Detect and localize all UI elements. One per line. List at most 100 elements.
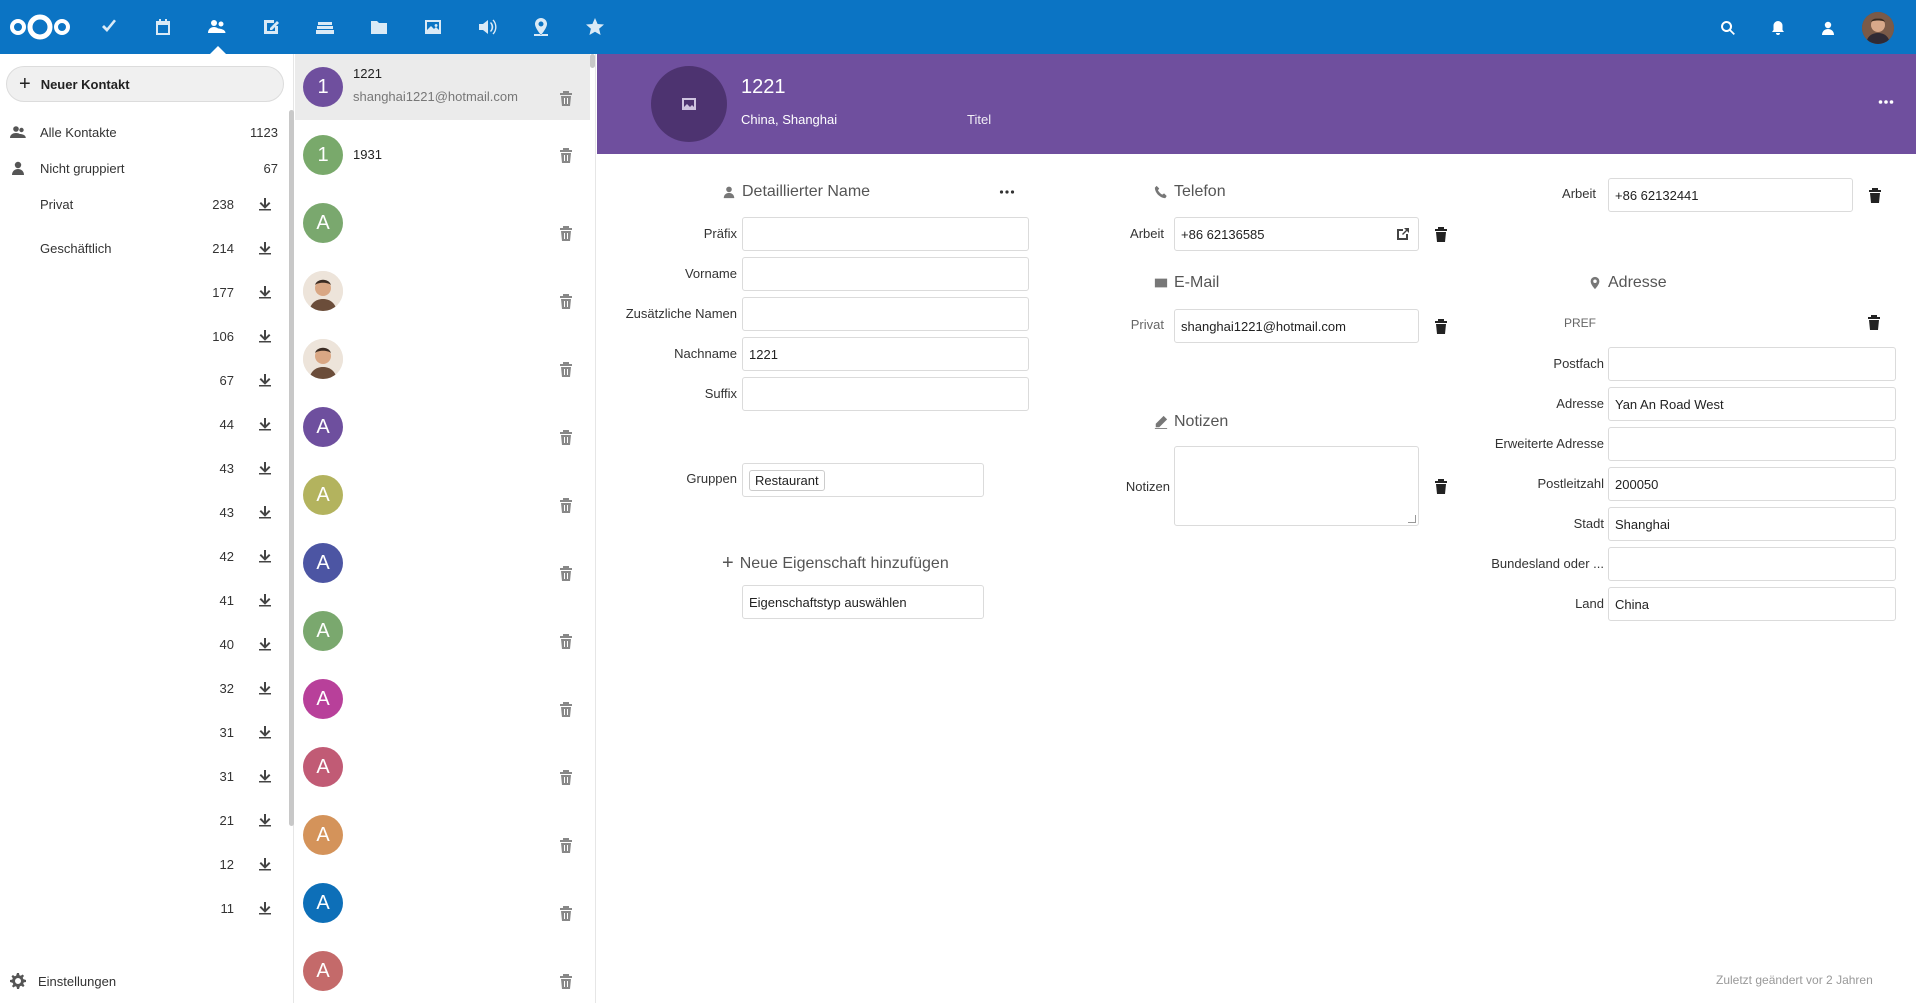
delete-contact-icon[interactable] [559,361,573,377]
download-icon[interactable] [258,373,272,387]
nav-group-item[interactable]: 106 [0,320,290,352]
address-field-input[interactable] [1608,427,1896,461]
delete-contact-icon[interactable] [559,293,573,309]
contact-list-item[interactable]: A [295,598,590,664]
download-icon[interactable] [258,197,272,211]
contact-list-item[interactable]: A [295,530,590,596]
nav-group-item[interactable]: 67 [0,364,290,396]
delete-contact-icon[interactable] [559,837,573,853]
name-field-input[interactable] [742,297,1029,331]
delete-contact-icon[interactable] [559,225,573,241]
download-icon[interactable] [258,725,272,739]
address-field-input[interactable] [1608,347,1896,381]
download-icon[interactable] [258,857,272,871]
delete-phone-icon[interactable] [1434,226,1448,242]
delete-contact-icon[interactable] [559,497,573,513]
download-icon[interactable] [258,329,272,343]
download-icon[interactable] [258,505,272,519]
address-field-input[interactable]: China [1608,587,1896,621]
download-icon[interactable] [258,285,272,299]
download-icon[interactable] [258,241,272,255]
resize-handle[interactable] [1408,515,1416,523]
nextcloud-logo-icon[interactable] [8,12,72,42]
nav-group-item[interactable]: 41 [0,584,290,616]
more-options-icon[interactable] [1878,94,1898,114]
external-link-icon[interactable] [1396,227,1410,241]
nav-group-item[interactable]: 43 [0,496,290,528]
nav-group-item[interactable]: 31 [0,760,290,792]
nav-group-item[interactable]: 12 [0,848,290,880]
deck-app-icon[interactable] [308,10,342,44]
delete-contact-icon[interactable] [559,429,573,445]
nav-group-item[interactable]: 43 [0,452,290,484]
delete-phone2-icon[interactable] [1868,187,1882,203]
contact-list-item[interactable]: 1 1931 [295,122,590,188]
nav-group-item[interactable]: 32 [0,672,290,704]
name-field-input[interactable] [742,257,1029,291]
download-icon[interactable] [258,637,272,651]
delete-contact-icon[interactable] [559,973,573,989]
address-field-input[interactable]: Shanghai [1608,507,1896,541]
download-icon[interactable] [258,769,272,783]
download-icon[interactable] [258,901,272,915]
nav-group-item[interactable]: 42 [0,540,290,572]
contact-list-item[interactable]: A [295,734,590,800]
address-field-input[interactable]: Yan An Road West [1608,387,1896,421]
nav-item-ungrouped[interactable]: Nicht gruppiert 67 [0,152,290,184]
phone2-type-label[interactable]: Arbeit [1520,186,1596,201]
delete-contact-icon[interactable] [559,905,573,921]
groups-select[interactable]: Restaurant [742,463,984,497]
nav-group-item[interactable]: 11 [0,892,290,924]
contact-list-item[interactable]: A [295,462,590,528]
download-icon[interactable] [258,549,272,563]
property-type-select[interactable]: Eigenschaftstyp auswählen [742,585,984,619]
new-contact-button[interactable]: + Neuer Kontakt [6,66,284,102]
delete-contact-icon[interactable] [559,633,573,649]
contacts-app-icon[interactable] [200,10,234,44]
list-scrollbar[interactable] [590,54,595,68]
nav-group-item[interactable]: Geschäftlich 214 [0,232,290,264]
phone-type-label[interactable]: Arbeit [1100,226,1164,241]
delete-contact-icon[interactable] [559,90,573,106]
contact-list-item[interactable]: A [295,190,590,256]
download-icon[interactable] [258,461,272,475]
contact-list-item[interactable]: A [295,938,590,1003]
contact-title-field[interactable]: Titel [967,112,991,127]
download-icon[interactable] [258,593,272,607]
user-avatar[interactable] [1862,12,1894,44]
contact-avatar-upload[interactable] [651,66,727,142]
photos-app-icon[interactable] [416,10,450,44]
address-field-input[interactable] [1608,547,1896,581]
nav-item-all-contacts[interactable]: Alle Kontakte 1123 [0,116,290,148]
name-field-input[interactable] [742,217,1029,251]
tasks-app-icon[interactable] [92,10,126,44]
phone2-field[interactable]: +86 62132441 [1608,178,1853,212]
download-icon[interactable] [258,681,272,695]
delete-contact-icon[interactable] [559,565,573,581]
phone-field[interactable]: +86 62136585 [1174,217,1419,251]
nav-group-item[interactable]: 31 [0,716,290,748]
email-type-label[interactable]: Privat [1100,317,1164,332]
calendar-app-icon[interactable] [146,10,180,44]
group-tag[interactable]: Restaurant [749,469,825,491]
notifications-bell-icon[interactable] [1764,14,1792,42]
name-options-icon[interactable] [999,184,1019,200]
add-property-heading[interactable]: + Neue Eigenschaft hinzufügen [722,552,949,575]
nav-group-item[interactable]: 21 [0,804,290,836]
nav-group-item[interactable]: 44 [0,408,290,440]
contact-list-item[interactable]: A [295,870,590,936]
contact-location[interactable]: China, Shanghai [741,112,837,127]
contact-list-item[interactable] [295,258,590,324]
delete-email-icon[interactable] [1434,318,1448,334]
settings-button[interactable]: Einstellungen [0,966,290,996]
maps-app-icon[interactable] [524,10,558,44]
delete-notes-icon[interactable] [1434,478,1448,494]
contact-list-item[interactable] [295,326,590,392]
download-icon[interactable] [258,417,272,431]
contact-list-item[interactable]: A [295,666,590,732]
delete-contact-icon[interactable] [559,701,573,717]
contact-list-item[interactable]: A [295,394,590,460]
email-field[interactable]: shanghai1221@hotmail.com [1174,309,1419,343]
audio-app-icon[interactable] [470,10,504,44]
delete-address-icon[interactable] [1867,314,1881,330]
